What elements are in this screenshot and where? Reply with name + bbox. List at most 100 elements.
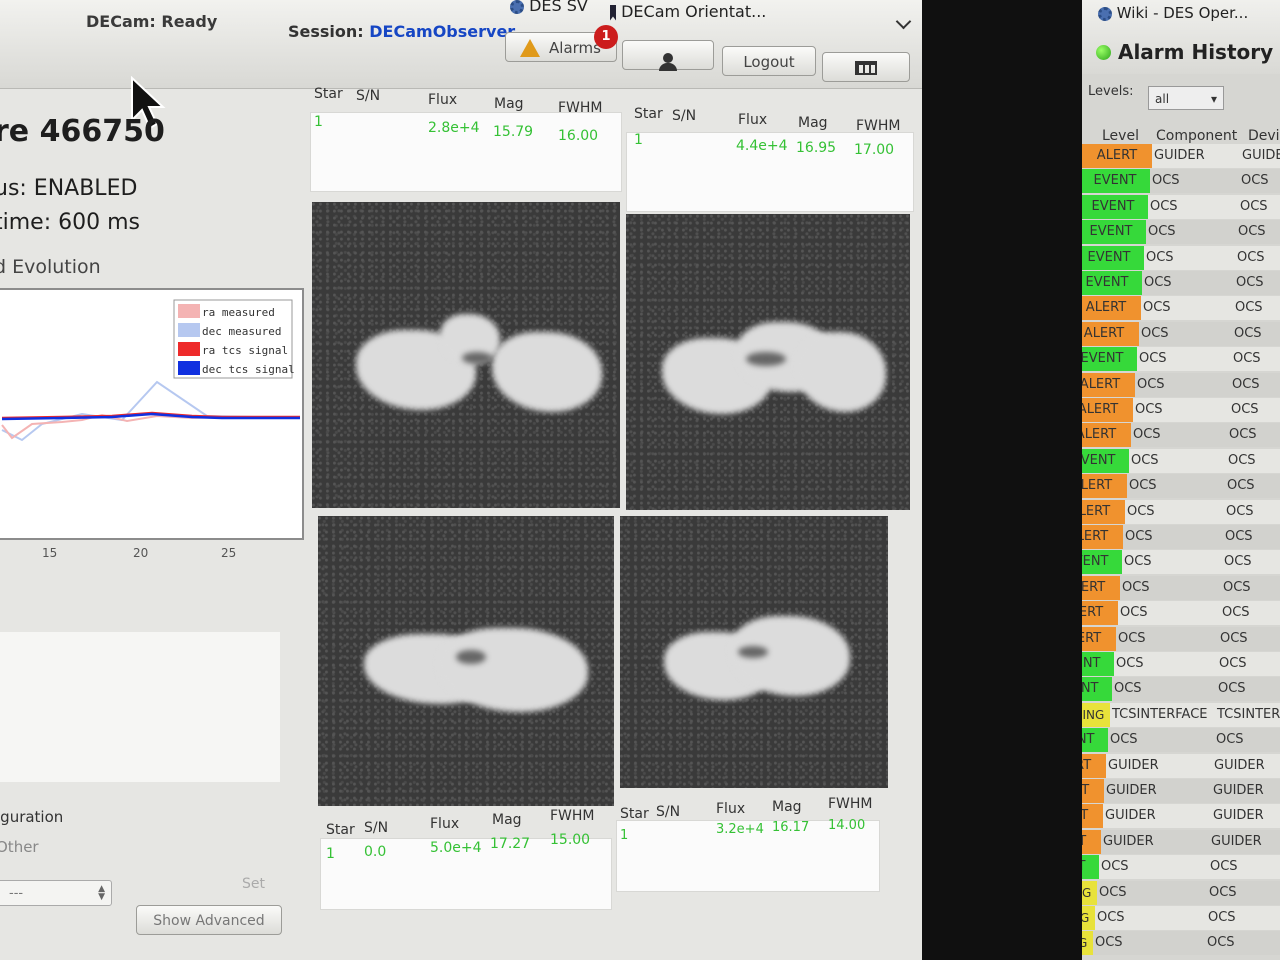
alarm-count-badge: 1: [594, 25, 618, 49]
alarm-row[interactable]: ALERTOCSOCS: [1082, 423, 1280, 448]
alarm-row[interactable]: ALERTOCSOCS: [1082, 499, 1280, 524]
alarm-row[interactable]: EVENTOCSOCS: [1082, 169, 1280, 194]
legend-ra-tcs-signal: ra tcs signal: [202, 344, 288, 357]
alarm-row[interactable]: ALERTOCSOCS: [1082, 372, 1280, 397]
alarm-level: WARNING: [1082, 702, 1110, 727]
alarm-level: ALERT: [1082, 372, 1135, 397]
set-button[interactable]: Set: [242, 876, 265, 892]
alarm-level: ALERT: [1082, 525, 1123, 549]
alarm-device: OCS: [1222, 605, 1250, 621]
alarm-row[interactable]: ALERTOCSOCS: [1082, 474, 1280, 499]
alarm-component: GUIDER: [1108, 757, 1159, 773]
alarm-row[interactable]: ALERTOCSOCS: [1082, 575, 1280, 600]
alarm-device: OCS: [1208, 910, 1236, 925]
legend-swatch-dec-measured: [178, 323, 200, 337]
levels-select[interactable]: all: [1148, 86, 1224, 111]
star-core: [456, 650, 486, 664]
alarm-component: OCS: [1122, 579, 1150, 595]
guider-frame-3[interactable]: [318, 516, 614, 806]
series-dec-measured: [1, 380, 301, 442]
alarm-row[interactable]: ALERTOCSOCS: [1082, 296, 1280, 321]
star-core: [746, 352, 786, 366]
alarm-component: OCS: [1097, 910, 1125, 925]
gallery-button[interactable]: [822, 52, 910, 82]
alarm-device: OCS: [1231, 402, 1259, 417]
value-flux: 4.4e+4: [736, 138, 788, 154]
alarm-level: ALERT: [1082, 144, 1152, 168]
alarm-component: GUIDER: [1103, 833, 1154, 849]
alarm-row[interactable]: ALERTOCSOCS: [1082, 601, 1280, 626]
guider-frame-1[interactable]: [312, 202, 620, 508]
alarm-row[interactable]: ALERTGUIDERGUIDER: [1082, 804, 1280, 829]
alarm-row[interactable]: EVENTOCSOCS: [1082, 448, 1280, 473]
alarm-level: ALERT: [1082, 575, 1120, 600]
alarm-component: OCS: [1133, 427, 1161, 443]
show-advanced-button[interactable]: Show Advanced: [136, 905, 282, 935]
legend-dec-tcs-signal: dec tcs signal: [202, 363, 295, 376]
alarm-level: WARNING: [1082, 880, 1097, 905]
value-star: 1: [634, 132, 643, 148]
alarm-level: ALERT: [1082, 474, 1127, 499]
alarm-component: OCS: [1141, 325, 1169, 341]
column-device: Devic: [1248, 128, 1280, 144]
alarm-row[interactable]: ALERTOCSOCS: [1082, 626, 1280, 651]
logout-button[interactable]: Logout: [722, 46, 816, 76]
alarm-row[interactable]: WARNINGOCSOCS: [1082, 931, 1280, 956]
value-fwhm: 17.00: [854, 142, 895, 158]
alarm-component: OCS: [1116, 656, 1144, 671]
header-sn: S/N: [656, 804, 681, 820]
alarm-row[interactable]: ALERTGUIDERGUIDER: [1082, 779, 1280, 803]
alarm-row[interactable]: ALERTGUIDERGUIDER: [1082, 829, 1280, 854]
alarm-level: EVENT: [1082, 347, 1137, 372]
column-level: Level: [1102, 128, 1139, 144]
alarm-device: OCS: [1240, 198, 1268, 214]
alarm-device: OCS: [1241, 173, 1269, 189]
alarm-row[interactable]: ALERTOCSOCS: [1082, 398, 1280, 422]
guider-frame-2[interactable]: [626, 214, 910, 510]
alarm-history-title: Alarm History: [1096, 40, 1273, 64]
tab-decam-orientation[interactable]: DECam Orientat...: [610, 2, 766, 21]
alarm-row[interactable]: EVENTOCSOCS: [1082, 652, 1280, 676]
user-button[interactable]: [622, 40, 714, 71]
alarm-row[interactable]: EVENTOCSOCS: [1082, 271, 1280, 295]
alarm-level: EVENT: [1082, 677, 1112, 702]
alarm-row[interactable]: WARNINGOCSOCS: [1082, 880, 1280, 905]
alarm-level: ALERT: [1082, 398, 1133, 422]
alarm-row[interactable]: ALERTGUIDERGUIDER: [1082, 753, 1280, 778]
alarm-device: OCS: [1234, 325, 1262, 341]
alarm-row[interactable]: EVENTOCSOCS: [1082, 220, 1280, 245]
star-core: [462, 352, 492, 364]
alarm-device: OCS: [1209, 884, 1237, 900]
status-indicator-icon: [1096, 45, 1111, 60]
alarm-device: GUIDE: [1242, 148, 1280, 163]
alarm-row[interactable]: WARNINGOCSOCS: [1082, 906, 1280, 930]
alarm-row[interactable]: ALERTOCSOCS: [1082, 321, 1280, 346]
alarm-level: ALERT: [1082, 499, 1125, 524]
config-select[interactable]: --- ▲ ▼: [0, 880, 112, 906]
alarm-row[interactable]: ALERT GUIDER GUIDE: [1082, 144, 1280, 168]
alarm-device: OCS: [1233, 351, 1261, 367]
alarm-row[interactable]: ALERTOCSOCS: [1082, 525, 1280, 549]
alarm-row[interactable]: WARNINGTCSINTERFACETCSINTERFACE: [1082, 702, 1280, 727]
alarm-row[interactable]: EVENTOCSOCS: [1082, 245, 1280, 270]
alarm-row[interactable]: EVENTOCSOCS: [1082, 194, 1280, 219]
tab-des-sv[interactable]: DES SV: [510, 0, 588, 15]
header-mag: Mag: [494, 96, 524, 112]
alarm-row[interactable]: EVENTOCSOCS: [1082, 677, 1280, 702]
alarm-row[interactable]: EVENTOCSOCS: [1082, 347, 1280, 372]
tab-wiki[interactable]: Wiki - DES Oper...: [1098, 4, 1248, 22]
alarms-button[interactable]: Alarms 1: [505, 25, 618, 62]
header-mag: Mag: [798, 115, 828, 131]
alarm-device: OCS: [1226, 503, 1254, 519]
alarm-device: OCS: [1229, 427, 1257, 443]
alarm-row[interactable]: EVENTOCSOCS: [1082, 728, 1280, 753]
alarm-component: OCS: [1148, 224, 1176, 240]
x-tick-25: 25: [221, 546, 237, 560]
alarm-row[interactable]: EVENTOCSOCS: [1082, 855, 1280, 880]
header-flux: Flux: [428, 92, 458, 108]
bookmark-icon: [610, 4, 616, 21]
guider-frame-4[interactable]: [620, 516, 888, 788]
alarm-level: ALERT: [1082, 601, 1118, 626]
alarm-level: EVENT: [1082, 220, 1146, 245]
alarm-row[interactable]: EVENTOCSOCS: [1082, 550, 1280, 575]
